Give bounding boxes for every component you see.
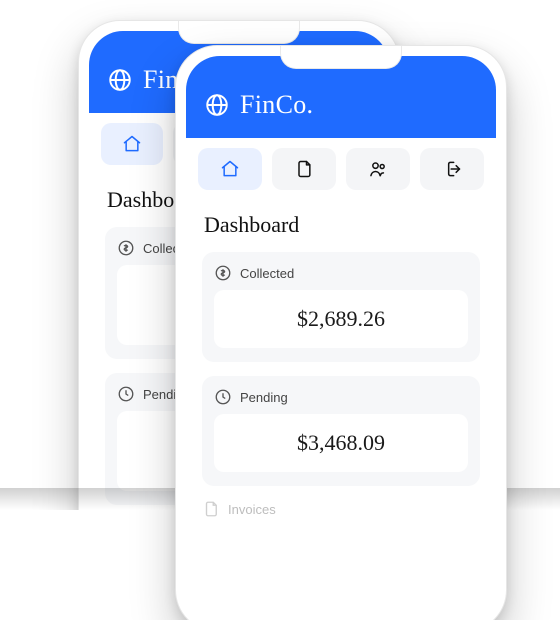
globe-icon: [107, 67, 133, 93]
card-pending-label: Pending: [240, 390, 288, 405]
logout-icon: [442, 159, 462, 179]
dollar-icon: [117, 239, 135, 257]
phone-notch: [178, 21, 300, 44]
home-icon: [122, 134, 142, 154]
nav-home[interactable]: [198, 148, 262, 190]
globe-icon: [204, 92, 230, 118]
nav-documents[interactable]: [272, 148, 336, 190]
card-pending-amount: $3,468.09: [214, 414, 468, 472]
document-icon: [294, 159, 314, 179]
home-icon: [220, 159, 240, 179]
brand-name: FinCo.: [240, 90, 313, 120]
nav-users[interactable]: [346, 148, 410, 190]
card-collected: Collected $2,689.26: [202, 252, 480, 362]
card-collected-amount: $2,689.26: [214, 290, 468, 348]
phone-screen: FinCo. Dashboard Collected: [186, 56, 496, 620]
invoices-row[interactable]: Invoices: [202, 500, 480, 518]
invoices-icon: [202, 500, 220, 518]
card-pending: Pending $3,468.09: [202, 376, 480, 486]
invoices-label: Invoices: [228, 502, 276, 517]
page-content: Dashboard Collected $2,689.26 Pending $3…: [186, 200, 496, 534]
clock-icon: [117, 385, 135, 403]
phone-notch: [280, 46, 402, 69]
users-icon: [368, 159, 388, 179]
nav-logout[interactable]: [420, 148, 484, 190]
card-collected-label: Collected: [240, 266, 294, 281]
dollar-icon: [214, 264, 232, 282]
clock-icon: [214, 388, 232, 406]
nav-tabs: [186, 138, 496, 200]
phone-front: FinCo. Dashboard Collected: [175, 45, 507, 620]
page-title: Dashboard: [204, 212, 478, 238]
nav-home[interactable]: [101, 123, 163, 165]
